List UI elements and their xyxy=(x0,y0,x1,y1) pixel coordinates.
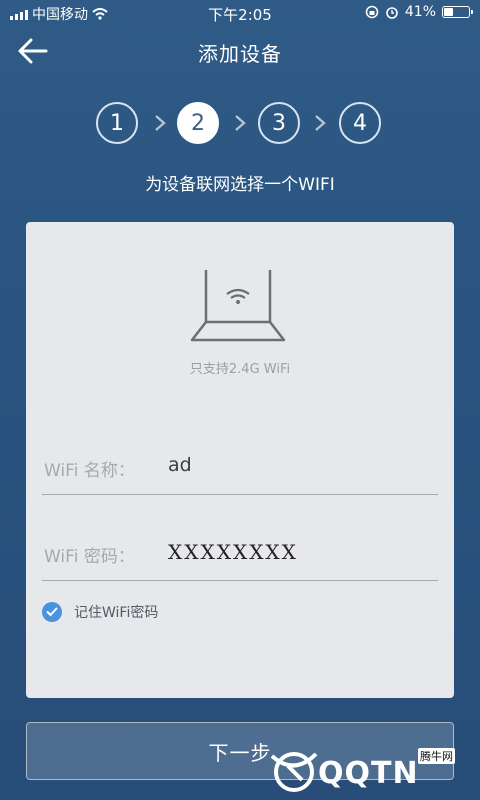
step-2: 2 xyxy=(177,102,219,144)
step-3: 3 xyxy=(258,102,300,144)
nav-bar: 添加设备 xyxy=(0,26,480,76)
wifi-password-label: WiFi 密码： xyxy=(44,547,135,567)
watermark-logo-icon xyxy=(270,752,318,792)
step-1: 1 xyxy=(96,102,138,144)
page-title: 添加设备 xyxy=(198,42,282,66)
stepper: 1 2 3 4 xyxy=(0,102,480,146)
remember-password-checkbox[interactable]: 记住WiFi密码 xyxy=(42,602,158,622)
battery-fill xyxy=(444,8,453,16)
remember-password-label: 记住WiFi密码 xyxy=(74,605,159,621)
wifi-name-field[interactable]: WiFi 名称： ad xyxy=(42,444,438,495)
step-subtitle: 为设备联网选择一个WIFI xyxy=(145,175,335,195)
router-icon xyxy=(190,270,286,342)
wifi-form-card: 只支持2.4G WiFi WiFi 名称： ad WiFi 密码： XXXXXX… xyxy=(26,222,454,698)
watermark-tag: 腾牛网 xyxy=(418,748,455,764)
status-right: 41% xyxy=(365,4,473,20)
step-4: 4 xyxy=(339,102,381,144)
chevron-right-icon xyxy=(315,115,326,131)
check-icon[interactable] xyxy=(42,602,62,622)
watermark: QQTN 腾牛网 xyxy=(268,742,476,798)
lock-rotation-icon xyxy=(365,5,379,19)
frequency-note: 只支持2.4G WiFi xyxy=(189,362,291,377)
wifi-name-input[interactable]: ad xyxy=(168,454,192,476)
watermark-brand: QQTN xyxy=(318,756,419,791)
wifi-password-field[interactable]: WiFi 密码： XXXXXXXX xyxy=(42,530,438,581)
status-bar: 中国移动 下午2:05 41% xyxy=(0,0,480,26)
battery-percent: 41% xyxy=(404,4,436,20)
wifi-name-label: WiFi 名称： xyxy=(44,461,135,481)
wifi-password-input[interactable]: XXXXXXXX xyxy=(168,540,298,564)
chevron-right-icon xyxy=(235,115,246,131)
chevron-right-icon xyxy=(155,115,166,131)
battery-icon xyxy=(442,6,473,18)
alarm-icon xyxy=(386,7,398,19)
